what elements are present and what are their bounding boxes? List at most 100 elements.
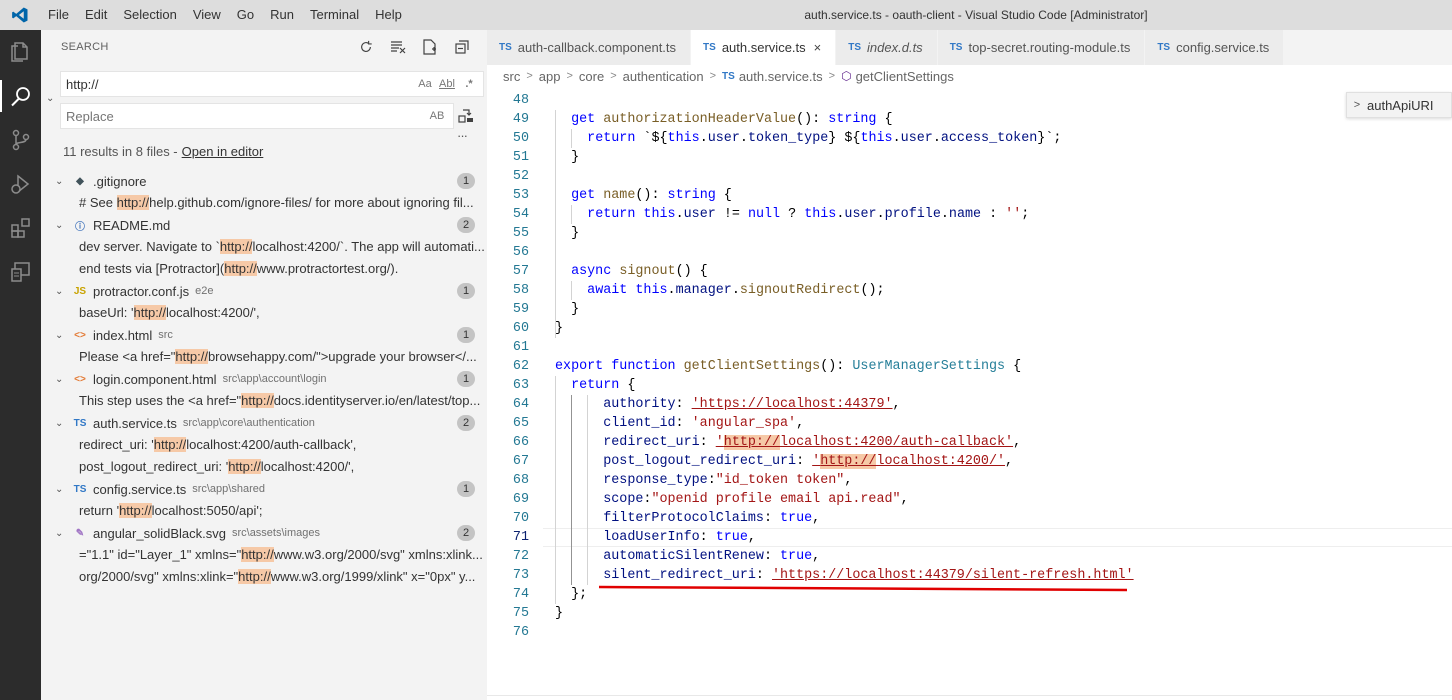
menu-selection[interactable]: Selection — [115, 0, 184, 30]
chevron-down-icon[interactable]: ⌄ — [55, 374, 71, 385]
search-icon[interactable] — [0, 74, 41, 118]
result-file-row[interactable]: ⌄ TS auth.service.ts src\app\core\authentic… — [41, 412, 487, 434]
breadcrumb-item[interactable]: app — [539, 69, 561, 84]
chevron-down-icon[interactable]: ⌄ — [55, 330, 71, 341]
code-token: { — [715, 188, 732, 203]
extensions-icon[interactable] — [0, 206, 41, 250]
code-line: async signout() { — [555, 262, 708, 281]
code-view[interactable]: 48 49 get authorizationHeaderValue(): str… — [487, 87, 1452, 697]
menu-file[interactable]: File — [40, 0, 77, 30]
breadcrumb-item[interactable]: auth.service.ts — [739, 69, 823, 84]
chevron-down-icon[interactable]: ⌄ — [55, 176, 71, 187]
open-in-editor-link[interactable]: Open in editor — [182, 144, 264, 159]
editor-tab[interactable]: TS config.service.ts — [1145, 30, 1285, 65]
toggle-search-details-icon[interactable]: ··· — [457, 128, 468, 143]
result-match-row[interactable]: # See http://help.github.com/ignore-file… — [41, 192, 487, 214]
menu-terminal[interactable]: Terminal — [302, 0, 367, 30]
menu-run[interactable]: Run — [262, 0, 302, 30]
code-line: filterProtocolClaims: true, — [555, 509, 820, 528]
collapse-all-icon[interactable] — [453, 38, 471, 56]
result-match-row[interactable]: return 'http://localhost:5050/api'; — [41, 500, 487, 522]
typescript-file-icon: TS — [703, 42, 716, 53]
toggle-replace-chevron-icon[interactable]: ⌄ — [46, 93, 54, 104]
run-debug-icon[interactable] — [0, 162, 41, 206]
editor-tab[interactable]: TS index.d.ts — [836, 30, 938, 65]
chevron-down-icon[interactable]: ⌄ — [55, 220, 71, 231]
tab-label: config.service.ts — [1176, 40, 1270, 55]
menu-go[interactable]: Go — [229, 0, 262, 30]
match-prefix: This step uses the <a href=" — [79, 393, 242, 408]
result-match-row[interactable]: baseUrl: 'http://localhost:4200/', — [41, 302, 487, 324]
code-line: get name(): string { — [555, 186, 732, 205]
code-line: response_type:"id_token token", — [555, 471, 852, 490]
editor-tab[interactable]: TS top-secret.routing-module.ts — [937, 30, 1146, 65]
menu-help[interactable]: Help — [367, 0, 410, 30]
code-token: . — [699, 131, 708, 146]
tab-label: auth-callback.component.ts — [517, 40, 677, 55]
code-token: } — [555, 606, 564, 621]
match-highlight: http:// — [219, 239, 253, 254]
use-regex-toggle[interactable]: .* — [461, 78, 477, 90]
result-file-row[interactable]: ⌄ ✎ angular_solidBlack.svg src\assets\image… — [41, 522, 487, 544]
code-token: 'angular_spa' — [691, 416, 797, 431]
match-whole-word-toggle[interactable]: Abl — [439, 78, 455, 90]
chevron-down-icon[interactable]: ⌄ — [55, 484, 71, 495]
code-token: } ${ — [828, 131, 861, 146]
line-number: 72 — [512, 549, 529, 564]
result-match-row[interactable]: redirect_uri: 'http://localhost:4200/aut… — [41, 434, 487, 456]
editor-tab[interactable]: TS auth-callback.component.ts — [487, 30, 692, 65]
chevron-down-icon[interactable]: ⌄ — [55, 286, 71, 297]
breadcrumb-item[interactable]: core — [579, 69, 604, 84]
html-file-icon: <> — [74, 373, 86, 385]
result-file-row[interactable]: ⌄ <> login.component.html src\app\account\l… — [41, 368, 487, 390]
new-search-editor-icon[interactable] — [421, 38, 439, 56]
result-file-row[interactable]: ⌄ <> index.html src 1 — [41, 324, 487, 346]
vscode-logo-icon[interactable] — [0, 0, 40, 30]
replace-all-icon[interactable] — [458, 108, 474, 127]
code-token: return — [587, 207, 636, 222]
breadcrumb-separator-icon: > — [566, 70, 573, 82]
breadcrumb-item[interactable]: authentication — [623, 69, 704, 84]
indent-guide — [571, 281, 572, 300]
result-match-row[interactable]: ="1.1" id="Layer_1" xmlns="http://www.w3… — [41, 544, 487, 566]
chevron-down-icon[interactable]: ⌄ — [55, 418, 71, 429]
editor-tab[interactable]: TS auth.service.ts × — [691, 30, 837, 65]
code-token: ? — [780, 207, 805, 222]
result-match-row[interactable]: end tests via [Protractor](http://www.pr… — [41, 258, 487, 280]
result-match-row[interactable]: This step uses the <a href="http://docs.… — [41, 390, 487, 412]
code-token: () { — [675, 264, 708, 279]
source-control-icon[interactable] — [0, 118, 41, 162]
replace-input[interactable] — [66, 108, 396, 124]
result-match-row[interactable]: dev server. Navigate to `http://localhos… — [41, 236, 487, 258]
breadcrumb-item[interactable]: getClientSettings — [856, 69, 954, 84]
match-prefix: redirect_uri: ' — [79, 437, 154, 452]
code-token: string — [828, 112, 877, 127]
menu-view[interactable]: View — [185, 0, 229, 30]
match-highlight: http:// — [224, 261, 257, 276]
match-prefix: end tests via [Protractor]( — [79, 261, 225, 276]
result-file-row[interactable]: ⌄ JS protractor.conf.js e2e 1 — [41, 280, 487, 302]
result-file-row[interactable]: ⌄ TS config.service.ts src\app\shared 1 — [41, 478, 487, 500]
sticky-scroll-widget[interactable]: > authApiURI — [1346, 92, 1452, 118]
remote-explorer-icon[interactable] — [0, 250, 41, 294]
explorer-icon[interactable] — [0, 30, 41, 74]
result-file-row[interactable]: ⌄ ⓘ README.md 2 — [41, 214, 487, 236]
horizontal-scrollbar[interactable] — [487, 695, 1452, 700]
match-case-toggle[interactable]: Aa — [417, 78, 433, 90]
refresh-icon[interactable] — [357, 38, 375, 56]
result-match-row[interactable]: post_logout_redirect_uri: 'http://localh… — [41, 456, 487, 478]
chevron-down-icon[interactable]: ⌄ — [55, 528, 71, 539]
close-icon[interactable]: × — [814, 40, 822, 55]
clear-results-icon[interactable] — [389, 38, 407, 56]
result-file-row[interactable]: ⌄ ◆ .gitignore 1 — [41, 170, 487, 192]
search-input[interactable] — [66, 76, 396, 92]
breadcrumb-item[interactable]: src — [503, 69, 520, 84]
result-match-row[interactable]: org/2000/svg" xmlns:xlink="http://www.w3… — [41, 566, 487, 588]
code-token: `${ — [635, 131, 668, 146]
result-match-row[interactable]: Please <a href="http://browsehappy.com/"… — [41, 346, 487, 368]
line-number: 57 — [512, 264, 529, 279]
menu-edit[interactable]: Edit — [77, 0, 115, 30]
preserve-case-toggle[interactable]: AB — [429, 110, 445, 122]
